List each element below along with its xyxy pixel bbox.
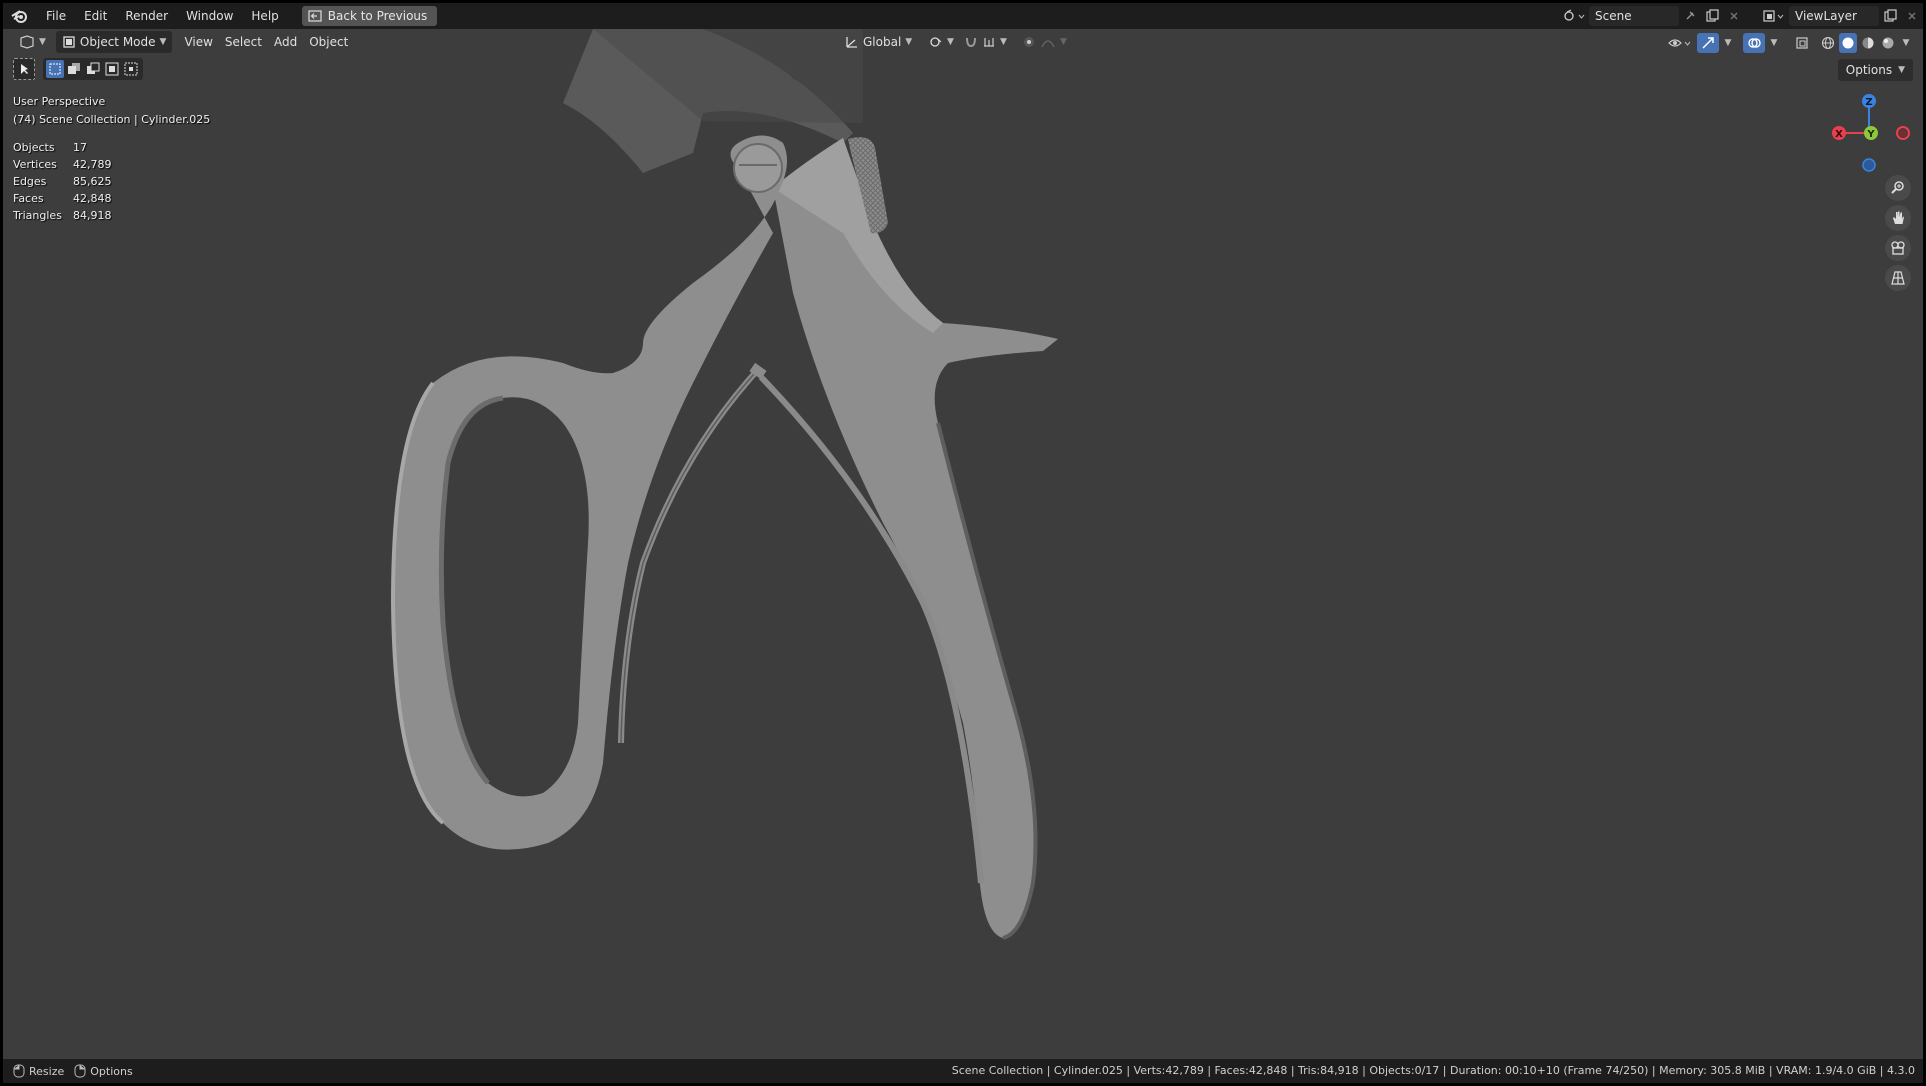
- y-axis-label: Y: [1866, 129, 1875, 140]
- orientation-label: Global: [863, 35, 902, 49]
- select-subtract-icon[interactable]: [84, 60, 102, 78]
- global-axes-icon: [846, 37, 857, 48]
- perspective-grid-icon[interactable]: [1885, 265, 1911, 291]
- pivot-icon: [930, 37, 942, 47]
- perspective-label: User Perspective: [13, 95, 106, 108]
- chevron-down-icon: ▼: [905, 37, 913, 47]
- chevron-down-icon: ▼: [947, 37, 954, 47]
- viewport-3d[interactable]: [3, 3, 1923, 1083]
- z-axis-label: Z: [1865, 97, 1872, 108]
- editor-type-dropdown[interactable]: ▼: [13, 31, 52, 53]
- status-options: Options: [74, 1064, 133, 1078]
- snap-increment-icon: [984, 38, 994, 47]
- camera-view-icon[interactable]: [1885, 235, 1911, 261]
- snapping-toggle[interactable]: ▼: [958, 31, 1013, 53]
- left-handle: [390, 135, 787, 850]
- stat-row: Objects 17: [13, 141, 87, 154]
- neg-z-axis-handle[interactable]: [1862, 158, 1876, 172]
- right-handle: [773, 137, 1058, 940]
- menu-add[interactable]: Add: [268, 31, 303, 53]
- viewport-icon: [20, 35, 34, 49]
- object-mode-icon: [63, 36, 75, 48]
- material-shading-icon[interactable]: [1859, 33, 1877, 53]
- status-left: Resize Options: [3, 1064, 133, 1078]
- tool-settings-row: [13, 57, 143, 81]
- viewport-header: ▼ Object Mode ▼ View Select Add Object G…: [3, 29, 1923, 55]
- stat-row: Triangles 84,918: [13, 209, 112, 222]
- blender-window: File Edit Render Window Help Back to Pre…: [3, 3, 1923, 1083]
- zoom-icon[interactable]: [1885, 175, 1911, 201]
- chevron-down-icon: ▼: [1000, 37, 1007, 47]
- status-info-text: Scene Collection | Cylinder.025 | Verts:…: [951, 1064, 1915, 1077]
- stat-row: Faces 42,848: [13, 192, 112, 205]
- mouse-left-icon: [13, 1064, 25, 1078]
- pan-hand-icon[interactable]: [1885, 205, 1911, 231]
- pivot-point-dropdown[interactable]: ▼: [923, 31, 960, 53]
- select-tool-icon[interactable]: [13, 58, 35, 80]
- chevron-down-icon: ▼: [39, 37, 46, 47]
- chevron-down-icon[interactable]: ▼: [1767, 33, 1781, 53]
- overlays-toggle-icon[interactable]: [1743, 33, 1765, 53]
- select-intersect-icon[interactable]: [122, 60, 140, 78]
- gizmo-toggle-icon[interactable]: [1697, 33, 1719, 53]
- mouse-right-icon: [74, 1064, 86, 1078]
- xray-toggle-icon[interactable]: [1791, 33, 1813, 53]
- object-mode-dropdown[interactable]: Object Mode ▼: [55, 31, 173, 53]
- visibility-eye-icon[interactable]: [1665, 33, 1695, 53]
- wireframe-shading-icon[interactable]: [1819, 33, 1837, 53]
- proportional-dot-icon: [1024, 37, 1034, 47]
- select-new-icon[interactable]: [46, 60, 64, 78]
- menu-select[interactable]: Select: [219, 31, 268, 53]
- navigation-gizmo[interactable]: Z X Y: [1821, 89, 1911, 179]
- magnet-icon: [966, 37, 976, 48]
- chevron-down-icon: ▼: [159, 37, 167, 47]
- status-resize: Resize: [13, 1064, 64, 1078]
- menu-view[interactable]: View: [178, 31, 218, 53]
- select-invert-icon[interactable]: [103, 60, 121, 78]
- transform-orientation-dropdown[interactable]: Global ▼: [839, 31, 918, 53]
- status-bar: Resize Options Scene Collection | Cylind…: [3, 1059, 1923, 1083]
- options-label: Options: [1845, 63, 1893, 77]
- falloff-curve-icon: [1041, 40, 1055, 48]
- select-extend-icon[interactable]: [65, 60, 83, 78]
- options-dropdown[interactable]: Options ▼: [1837, 59, 1913, 81]
- x-axis-label: X: [1835, 129, 1843, 140]
- viewport-text-overlay: User Perspective (74) Scene Collection |…: [13, 93, 210, 224]
- solid-shading-icon[interactable]: [1839, 33, 1857, 53]
- selection-mode-group: [43, 58, 143, 80]
- chevron-down-icon[interactable]: ▼: [1721, 33, 1735, 53]
- scene-statistics: Objects 17 Vertices 42,789 Edges 85,625 Fac…: [13, 139, 210, 224]
- menu-object[interactable]: Object: [303, 31, 354, 53]
- stat-row: Vertices 42,789: [13, 158, 112, 171]
- chevron-down-icon[interactable]: ▼: [1899, 33, 1913, 53]
- object-mode-label: Object Mode: [79, 35, 156, 49]
- rendered-shading-icon[interactable]: [1879, 33, 1897, 53]
- viewport-header-right: ▼ ▼ ▼: [1665, 31, 1913, 55]
- active-collection-label: (74) Scene Collection | Cylinder.025: [13, 113, 211, 126]
- chevron-down-icon: ▼: [1060, 37, 1067, 47]
- neg-x-axis-fill: [1899, 129, 1907, 137]
- proportional-editing-toggle[interactable]: ▼: [1016, 31, 1073, 53]
- stat-row: Edges 85,625: [13, 175, 112, 188]
- chevron-down-icon: ▼: [1898, 65, 1905, 75]
